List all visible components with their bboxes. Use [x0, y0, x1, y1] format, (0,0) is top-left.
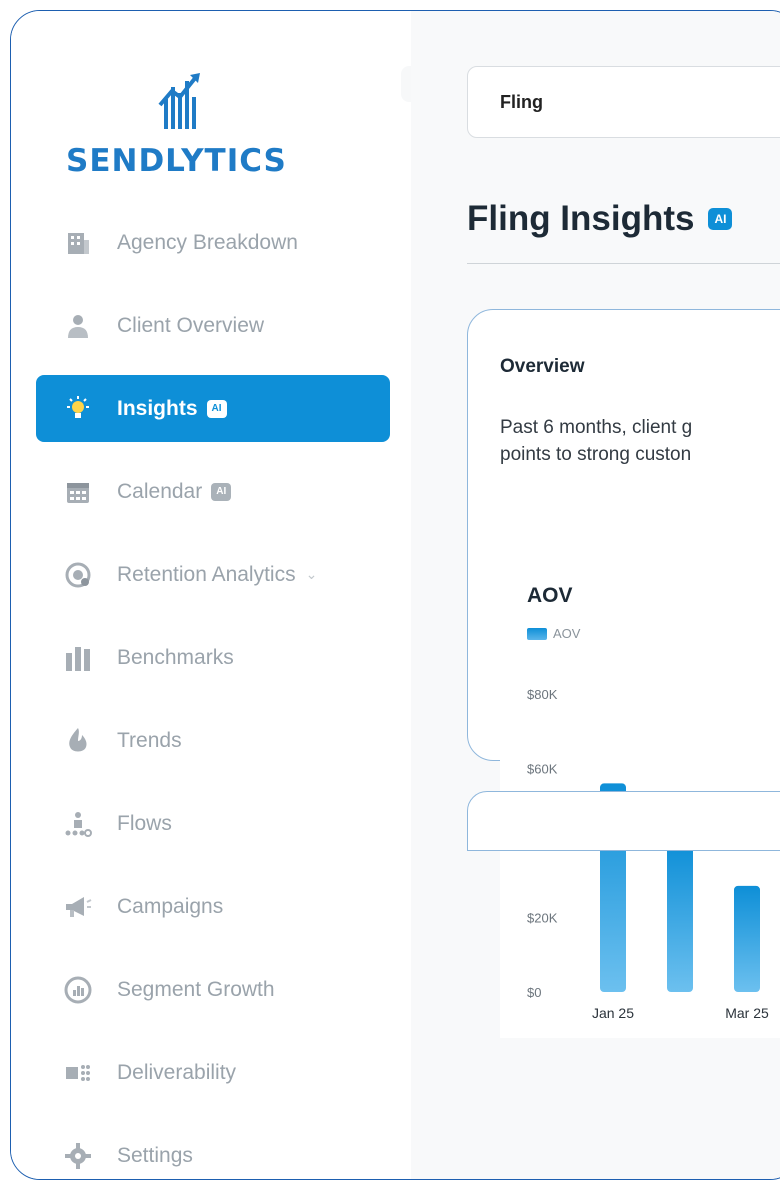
ai-badge: AI — [211, 482, 232, 501]
sidebar-nav: Agency Breakdown Client Overview Insight… — [36, 209, 390, 1179]
sidebar-item-campaigns[interactable]: Campaigns — [36, 873, 390, 940]
bars-icon — [63, 643, 93, 673]
logo-chart-icon — [158, 73, 200, 129]
next-card — [467, 791, 780, 851]
gear-icon — [63, 1141, 93, 1171]
divider — [467, 263, 780, 264]
sendlytics-logo[interactable]: SENDLYTICS — [66, 69, 296, 189]
building-icon — [63, 228, 93, 258]
sidebar-item-deliverability[interactable]: Deliverability — [36, 1039, 390, 1106]
x-tick-label: Mar 25 — [725, 1005, 769, 1021]
app-window: SENDLYTICS Agency Breakdown Client Overv… — [10, 10, 780, 1180]
sidebar-item-label: Insights — [117, 396, 198, 420]
sidebar-item-agency-breakdown[interactable]: Agency Breakdown — [36, 209, 390, 276]
sidebar-item-label: Calendar — [117, 479, 203, 503]
megaphone-icon — [63, 892, 93, 922]
deliverability-icon — [63, 1058, 93, 1088]
bar-mar-25[interactable] — [734, 885, 760, 992]
sidebar-item-flows[interactable]: Flows — [36, 790, 390, 857]
page-title: Fling Insights AI — [467, 199, 733, 239]
sidebar-item-label: Trends — [117, 728, 182, 752]
sidebar-item-label: Campaigns — [117, 894, 224, 918]
sidebar-item-label: Benchmarks — [117, 645, 234, 669]
main-content: Fling Fling Insights AI Overview Past 6 … — [411, 11, 780, 1179]
sidebar-item-client-overview[interactable]: Client Overview — [36, 292, 390, 359]
overview-card: Overview Past 6 months, client g points … — [467, 309, 780, 1038]
ai-badge: AI — [206, 399, 227, 418]
sidebar-item-benchmarks[interactable]: Benchmarks — [36, 624, 390, 691]
ai-badge: AI — [708, 208, 733, 230]
flow-icon — [63, 809, 93, 839]
overview-text-line: Past 6 months, client g — [500, 417, 693, 438]
x-tick-label: Jan 25 — [592, 1005, 634, 1021]
sidebar: SENDLYTICS Agency Breakdown Client Overv… — [11, 11, 411, 1179]
y-tick-label: $20K — [527, 911, 558, 926]
overview-text-line: points to strong custon — [500, 444, 692, 465]
sidebar-item-label: Agency Breakdown — [117, 230, 298, 254]
overview-text: Past 6 months, client g points to strong… — [500, 414, 780, 468]
sidebar-item-segment-growth[interactable]: Segment Growth — [36, 956, 390, 1023]
page-title-text: Fling Insights — [467, 199, 695, 238]
lightbulb-icon — [63, 394, 93, 424]
sidebar-item-insights[interactable]: Insights AI — [36, 375, 390, 442]
brand-name: SENDLYTICS — [66, 143, 287, 179]
flame-icon — [63, 726, 93, 756]
retention-icon — [63, 560, 93, 590]
sidebar-item-settings[interactable]: Settings — [36, 1122, 390, 1179]
growth-icon — [63, 975, 93, 1005]
sidebar-item-label: Client Overview — [117, 313, 265, 337]
y-tick-label: $60K — [527, 762, 558, 777]
y-tick-label: $80K — [527, 687, 558, 702]
calendar-icon — [63, 477, 93, 507]
chevron-down-icon[interactable]: ⌄ — [306, 566, 318, 583]
sidebar-item-label: Deliverability — [117, 1060, 237, 1084]
sidebar-item-retention-analytics[interactable]: Retention Analytics ⌄ — [36, 541, 390, 608]
sidebar-item-label: Settings — [117, 1143, 193, 1167]
client-select[interactable]: Fling — [467, 66, 780, 138]
sidebar-item-label: Flows — [117, 811, 172, 835]
y-tick-label: $0 — [527, 985, 541, 1000]
sidebar-item-calendar[interactable]: Calendar AI — [36, 458, 390, 525]
sidebar-item-trends[interactable]: Trends — [36, 707, 390, 774]
sidebar-item-label: Retention Analytics — [117, 562, 296, 586]
bar-feb-25[interactable] — [667, 843, 693, 992]
overview-heading: Overview — [500, 356, 585, 377]
sidebar-item-label: Segment Growth — [117, 977, 275, 1001]
user-icon — [63, 311, 93, 341]
